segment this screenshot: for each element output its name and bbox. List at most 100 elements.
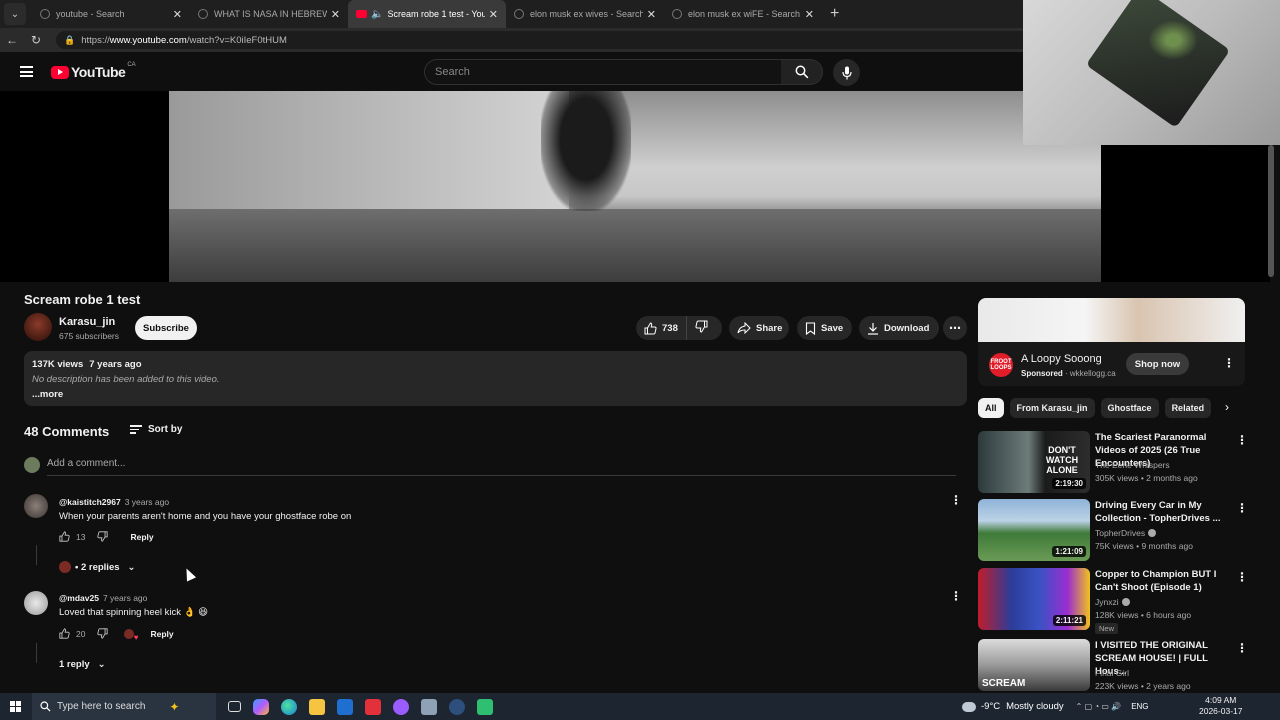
youtube-logo[interactable]: YouTube CA xyxy=(51,62,136,80)
browser-tab-5[interactable]: elon musk ex wiFE - Search Images ✕ xyxy=(664,0,822,28)
app-gray-icon[interactable] xyxy=(421,698,437,715)
save-button[interactable]: Save xyxy=(797,316,852,340)
comment-avatar[interactable] xyxy=(24,591,48,615)
page-scrollbar[interactable] xyxy=(1268,145,1274,277)
comment-author[interactable]: @kaistitch2967 3 years ago xyxy=(59,497,169,507)
channel-name[interactable]: TopherDrives xyxy=(1095,528,1145,538)
weather-cloud-icon[interactable] xyxy=(962,701,976,712)
search-button[interactable] xyxy=(781,59,823,85)
sort-comments-button[interactable]: Sort by xyxy=(130,423,182,436)
chevron-right-icon[interactable]: › xyxy=(1225,400,1229,414)
video-more-icon[interactable]: ⋮ xyxy=(1236,641,1248,655)
add-comment-input[interactable]: Add a comment... xyxy=(47,458,956,476)
subscribe-button[interactable]: Subscribe xyxy=(135,316,197,340)
video-thumbnail[interactable]: 2:11:21 xyxy=(978,568,1090,630)
video-more-icon[interactable]: ⋮ xyxy=(1236,501,1248,515)
voice-search-button[interactable] xyxy=(833,59,860,86)
sponsored-ad-card[interactable]: FROOT LOOPS A Loopy Sooong Sponsored · w… xyxy=(978,298,1245,386)
close-tab-icon[interactable]: ✕ xyxy=(647,8,656,21)
thumbs-up-icon[interactable] xyxy=(59,628,70,639)
back-button[interactable]: ← xyxy=(0,33,24,47)
video-thumbnail[interactable]: SCREAM xyxy=(978,639,1090,691)
view-replies-button[interactable]: • 2 replies ⌄ xyxy=(59,561,136,573)
ad-image[interactable] xyxy=(978,298,1245,342)
language-indicator[interactable]: ENG xyxy=(1131,702,1148,711)
app-red-icon[interactable] xyxy=(365,698,381,715)
taskbar-search-box[interactable]: Type here to search ✦ xyxy=(32,693,216,720)
comment-author[interactable]: @mdav25 7 years ago xyxy=(59,593,147,603)
weather-text[interactable]: Mostly cloudy xyxy=(1006,701,1064,712)
video-channel[interactable]: TopherDrives xyxy=(1095,528,1157,538)
reply-button[interactable]: Reply xyxy=(130,532,153,542)
temperature[interactable]: -9°C xyxy=(981,701,1000,712)
recommended-video[interactable]: 1:21:09 Driving Every Car in My Collecti… xyxy=(978,499,1258,561)
edge-icon[interactable] xyxy=(281,698,297,715)
video-channel[interactable]: Final Girl xyxy=(1095,668,1129,678)
browser-tab-4[interactable]: elon musk ex wives - Search ✕ xyxy=(506,0,664,28)
close-tab-icon[interactable]: ✕ xyxy=(805,8,814,21)
close-tab-icon[interactable]: ✕ xyxy=(173,8,182,21)
chip-all[interactable]: All xyxy=(978,398,1004,418)
ad-title[interactable]: A Loopy Sooong xyxy=(1021,353,1102,365)
browser-tab-1[interactable]: youtube - Search ✕ xyxy=(32,0,190,28)
more-actions-icon[interactable]: ⋯ xyxy=(943,316,967,340)
browser-tab-2[interactable]: WHAT IS NASA IN HEBREW - Search ✕ xyxy=(190,0,348,28)
channel-avatar[interactable] xyxy=(24,313,52,341)
shop-now-button[interactable]: Shop now xyxy=(1126,353,1189,375)
video-channel[interactable]: The Eerie Whispers xyxy=(1095,460,1170,470)
close-tab-icon[interactable]: ✕ xyxy=(489,8,498,21)
comment-more-icon[interactable]: ⋮ xyxy=(950,493,962,507)
picture-in-picture-window[interactable] xyxy=(1023,0,1280,145)
video-more-icon[interactable]: ⋮ xyxy=(1236,570,1248,584)
video-thumbnail[interactable]: DON'T WATCH ALONE 2:19:30 xyxy=(978,431,1090,493)
description-box[interactable]: 137K views 7 years ago No description has… xyxy=(24,351,967,406)
download-button[interactable]: Download xyxy=(859,316,939,340)
video-title[interactable]: Driving Every Car in My Collection - Top… xyxy=(1095,499,1232,525)
comment-more-icon[interactable]: ⋮ xyxy=(950,589,962,603)
tab-actions-menu-button[interactable]: ⌄ xyxy=(4,3,26,25)
share-button[interactable]: Share xyxy=(729,316,789,340)
task-view-icon[interactable] xyxy=(228,701,241,712)
video-frame[interactable] xyxy=(169,91,1101,282)
new-tab-button[interactable]: + xyxy=(830,5,839,23)
chip-from-channel[interactable]: From Karasu_jin xyxy=(1009,398,1095,418)
comment-author-name[interactable]: @mdav25 xyxy=(59,593,99,603)
video-channel[interactable]: Jynxzi xyxy=(1095,597,1130,607)
reply-button[interactable]: Reply xyxy=(150,629,173,639)
recommended-video[interactable]: 2:11:21 Copper to Champion BUT I Can't S… xyxy=(978,568,1258,634)
video-title[interactable]: Copper to Champion BUT I Can't Shoot (Ep… xyxy=(1095,568,1232,594)
ad-more-icon[interactable]: ⋮ xyxy=(1223,356,1235,370)
start-button[interactable] xyxy=(0,700,32,713)
menu-icon[interactable] xyxy=(20,66,33,77)
comment-time[interactable]: 3 years ago xyxy=(125,497,169,507)
dislike-button[interactable] xyxy=(687,320,713,336)
clock[interactable]: 4:09 AM 2026-03-17 xyxy=(1199,695,1242,717)
mail-icon[interactable] xyxy=(337,698,353,715)
description-more-link[interactable]: ...more xyxy=(32,389,959,400)
file-explorer-icon[interactable] xyxy=(309,698,325,715)
recommended-video[interactable]: DON'T WATCH ALONE 2:19:30 The Scariest P… xyxy=(978,431,1258,493)
thumbs-down-icon[interactable] xyxy=(97,628,109,639)
comment-time[interactable]: 7 years ago xyxy=(103,593,147,603)
like-button[interactable]: 738 xyxy=(636,316,687,340)
chip-ghostface[interactable]: Ghostface xyxy=(1100,398,1159,418)
steam-icon[interactable] xyxy=(449,698,465,715)
comment-avatar[interactable] xyxy=(24,494,48,518)
thumbs-down-icon[interactable] xyxy=(97,531,109,542)
search-input[interactable]: Search xyxy=(424,59,782,85)
thumbs-up-icon[interactable] xyxy=(59,531,70,542)
copilot-icon[interactable] xyxy=(253,698,269,715)
video-thumbnail[interactable]: 1:21:09 xyxy=(978,499,1090,561)
url-field[interactable]: 🔒 https://www.youtube.com/watch?v=K0iIeF… xyxy=(56,31,1031,49)
tray-icons[interactable]: ⌃ ▢ ◔ ▭ 🔊 xyxy=(1076,702,1122,711)
channel-name[interactable]: Jynxzi xyxy=(1095,597,1119,607)
app-purple-icon[interactable] xyxy=(393,698,409,715)
app-green-icon[interactable] xyxy=(477,698,493,715)
video-more-icon[interactable]: ⋮ xyxy=(1236,433,1248,447)
recommended-video[interactable]: SCREAM I VISITED THE ORIGINAL SCREAM HOU… xyxy=(978,639,1258,701)
channel-name[interactable]: Karasu_jin xyxy=(59,316,115,328)
view-replies-button[interactable]: 1 reply ⌄ xyxy=(59,659,106,670)
chip-related[interactable]: Related xyxy=(1164,398,1212,418)
browser-tab-3-active[interactable]: 🔈 Scream robe 1 test - YouTube ✕ xyxy=(348,0,506,28)
refresh-button[interactable]: ↻ xyxy=(24,33,48,47)
